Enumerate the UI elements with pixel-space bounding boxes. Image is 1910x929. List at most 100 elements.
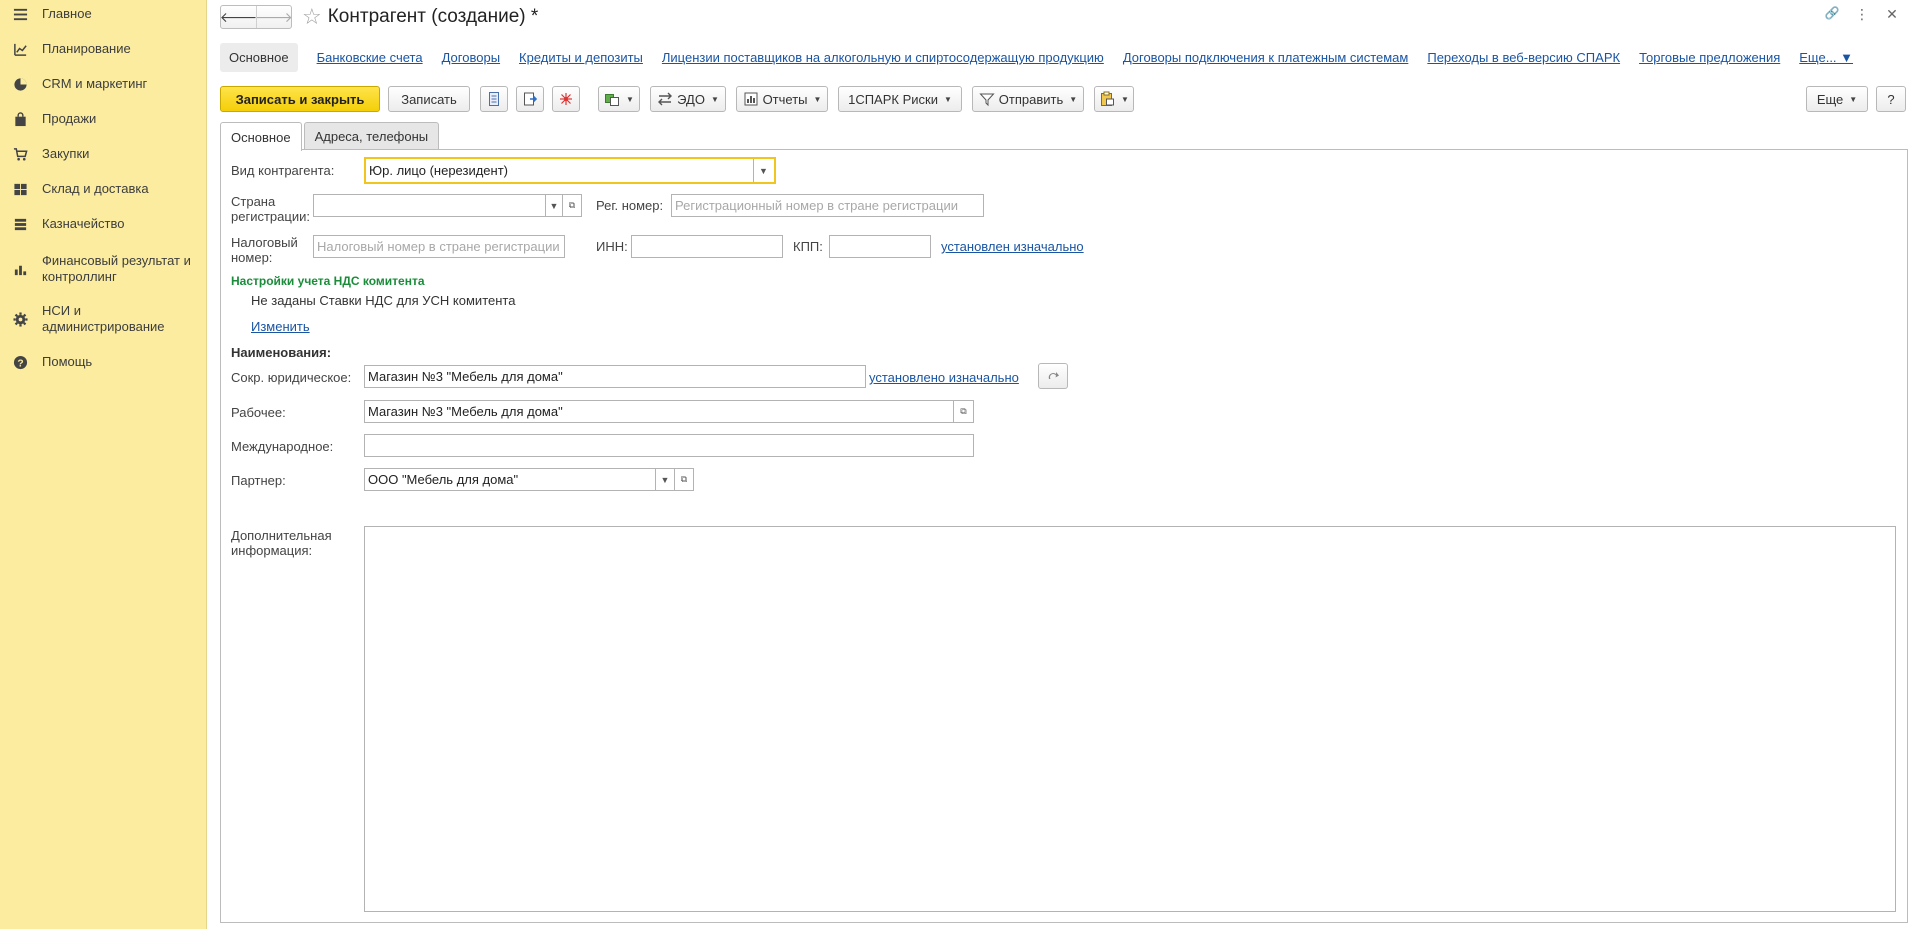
sidebar-item-label: Казначейство — [42, 216, 125, 231]
forward-button[interactable]: 🡒 — [255, 6, 293, 28]
country-open-icon[interactable]: ⧉ — [562, 194, 582, 217]
partner-label: Партнер: — [231, 473, 286, 488]
save-and-close-button[interactable]: Записать и закрыть — [220, 86, 380, 112]
short-name-origin-link[interactable]: установлено изначально — [869, 370, 1019, 385]
edo-label: ЭДО — [677, 91, 705, 107]
nav-link-bank-accounts[interactable]: Банковские счета — [317, 50, 423, 65]
short-name-label: Сокр. юридическое: — [231, 370, 352, 385]
send-button[interactable]: Отправить ▼ — [972, 86, 1084, 112]
short-name-input[interactable]: Магазин №3 "Мебель для дома" — [364, 365, 866, 388]
sidebar-item-finance[interactable]: Финансовый результат и контроллинг — [0, 253, 207, 287]
cart-icon — [12, 146, 28, 162]
tab-main[interactable]: Основное — [220, 122, 302, 151]
inn-input[interactable] — [631, 235, 783, 258]
working-name-open-icon[interactable]: ⧉ — [953, 400, 974, 423]
window-controls: 🔗 ⋮ ✕ — [1824, 6, 1900, 23]
spark-risks-label: 1СПАРК Риски — [848, 91, 938, 107]
sidebar-item-crm[interactable]: CRM и маркетинг — [0, 76, 207, 94]
create-based-on-button[interactable]: ▼ — [598, 86, 640, 112]
partner-input[interactable]: ООО "Мебель для дома" — [364, 468, 656, 491]
spark-risks-button[interactable]: 1СПАРК Риски ▼ — [838, 86, 962, 112]
sidebar-item-treasury[interactable]: Казначейство — [0, 216, 207, 234]
print-list-button[interactable] — [480, 86, 508, 112]
sidebar-item-warehouse[interactable]: Склад и доставка — [0, 181, 207, 199]
attach-file-button[interactable] — [516, 86, 544, 112]
print-button[interactable]: ▼ — [1094, 86, 1134, 112]
sidebar-item-label: Планирование — [42, 41, 131, 56]
kpp-origin-link[interactable]: установлен изначально — [941, 239, 1084, 254]
back-button[interactable]: 🡐 — [220, 6, 258, 28]
sidebar-item-label: Закупки — [42, 146, 90, 161]
sidebar-item-planning[interactable]: Планирование — [0, 41, 207, 59]
tax-number-input[interactable]: Налоговый номер в стране регистрации — [313, 235, 565, 258]
help-icon: ? — [12, 354, 28, 370]
kpp-label: КПП: — [793, 239, 823, 254]
partner-dropdown-arrow-icon[interactable]: ▼ — [655, 468, 675, 491]
country-dropdown-arrow-icon[interactable]: ▼ — [545, 194, 563, 217]
sidebar-item-nsi[interactable]: НСИ и администрирование — [0, 303, 207, 337]
edo-icon — [658, 92, 673, 106]
redo-icon — [1048, 372, 1059, 379]
kind-label: Вид контрагента: — [231, 163, 335, 178]
vat-settings-text: Не заданы Ставки НДС для УСН комитента — [251, 293, 516, 308]
menu-icon — [12, 6, 28, 22]
nav-link-more[interactable]: Еще... ▼ — [1799, 50, 1853, 65]
title-bar: 🡐 🡒 ☆ Контрагент (создание) * — [220, 4, 538, 30]
page-title: Контрагент (создание) * — [327, 6, 539, 27]
international-name-input[interactable] — [364, 434, 974, 457]
sidebar-item-label: Помощь — [42, 354, 93, 369]
pie-chart-icon — [12, 76, 28, 92]
kind-dropdown-arrow-icon[interactable]: ▼ — [753, 159, 773, 182]
favorite-star-icon[interactable]: ☆ — [302, 6, 322, 28]
dropdown-arrow-icon: ▼ — [1849, 94, 1858, 104]
send-label: Отправить — [998, 91, 1064, 107]
file-attach-icon — [524, 92, 538, 106]
main-area: 🡐 🡒 ☆ Контрагент (создание) * 🔗 ⋮ ✕ Осно… — [208, 0, 1910, 929]
sidebar-item-label: Финансовый результат и контроллинг — [42, 253, 191, 284]
nav-link-licenses[interactable]: Лицензии поставщиков на алкогольную и сп… — [662, 50, 1104, 65]
document-icon — [489, 92, 499, 106]
nav-link-contracts[interactable]: Договоры — [442, 50, 500, 65]
country-input[interactable] — [313, 194, 546, 217]
treasury-icon — [12, 216, 28, 232]
vat-settings-heading: Настройки учета НДС комитента — [231, 274, 425, 288]
nav-link-trade-offers[interactable]: Торговые предложения — [1639, 50, 1780, 65]
reg-number-input[interactable]: Регистрационный номер в стране регистрац… — [671, 194, 984, 217]
sidebar-item-purchases[interactable]: Закупки — [0, 146, 207, 164]
gear-icon — [12, 311, 28, 327]
sidebar-item-help[interactable]: ? Помощь — [0, 354, 207, 372]
working-name-label: Рабочее: — [231, 405, 286, 420]
dropdown-arrow-icon: ▼ — [813, 94, 822, 104]
tab-addresses[interactable]: Адреса, телефоны — [303, 122, 440, 150]
sidebar-item-main[interactable]: Главное — [0, 6, 207, 24]
edo-button[interactable]: ЭДО ▼ — [650, 86, 726, 112]
navigation-panel: Основное Банковские счета Договоры Креди… — [220, 42, 1853, 72]
dropdown-arrow-icon: ▼ — [710, 94, 719, 104]
nav-link-payment-contracts[interactable]: Договоры подключения к платежным система… — [1123, 50, 1409, 65]
structure-button[interactable] — [552, 86, 580, 112]
more-button[interactable]: Еще ▼ — [1806, 86, 1868, 112]
save-button[interactable]: Записать — [388, 86, 470, 112]
more-vertical-icon[interactable]: ⋮ — [1854, 6, 1870, 23]
reports-button[interactable]: Отчеты ▼ — [736, 86, 828, 112]
kind-select[interactable]: Юр. лицо (нерезидент) — [364, 157, 776, 184]
working-name-input[interactable]: Магазин №3 "Мебель для дома" — [364, 400, 954, 423]
country-label: Страна регистрации: — [231, 194, 310, 224]
command-bar: Записать и закрыть Записать ▼ ЭДО ▼ Отче… — [220, 86, 1910, 112]
send-icon — [979, 93, 995, 107]
sidebar-item-sales[interactable]: Продажи — [0, 111, 207, 129]
nav-link-main[interactable]: Основное — [220, 42, 298, 72]
link-icon[interactable]: 🔗 — [1824, 6, 1840, 23]
kpp-input[interactable] — [829, 235, 931, 258]
nav-link-credits[interactable]: Кредиты и депозиты — [519, 50, 643, 65]
refresh-name-button[interactable] — [1038, 363, 1068, 389]
vat-change-link[interactable]: Изменить — [251, 319, 310, 334]
help-button[interactable]: ? — [1876, 86, 1906, 112]
close-icon[interactable]: ✕ — [1884, 6, 1900, 23]
sidebar-item-label: Склад и доставка — [42, 181, 149, 196]
nav-link-spark-web[interactable]: Переходы в веб-версию СПАРК — [1427, 50, 1620, 65]
partner-open-icon[interactable]: ⧉ — [674, 468, 694, 491]
reg-number-label: Рег. номер: — [596, 198, 664, 213]
shopping-bag-icon — [12, 111, 28, 127]
extra-info-textarea[interactable] — [364, 526, 1896, 912]
